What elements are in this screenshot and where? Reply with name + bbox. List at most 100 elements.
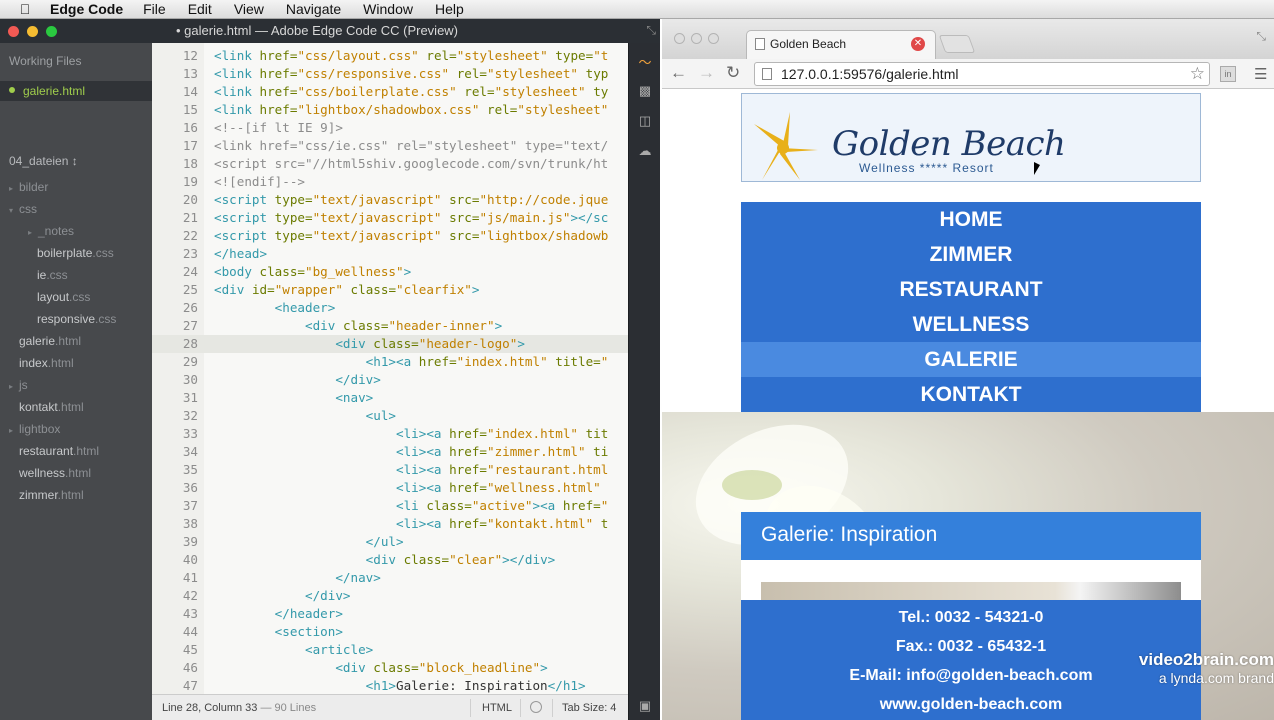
new-tab-button[interactable]: [938, 35, 976, 53]
menu-file[interactable]: File: [143, 1, 166, 17]
menu-window[interactable]: Window: [363, 1, 413, 17]
code-line[interactable]: 30 </div>: [152, 371, 628, 389]
code-line[interactable]: 39 </ul>: [152, 533, 628, 551]
code-line[interactable]: 33 <li><a href="index.html" tit: [152, 425, 628, 443]
code-line[interactable]: 32 <ul>: [152, 407, 628, 425]
inspect-icon[interactable]: ◫: [637, 113, 653, 129]
code-line[interactable]: 12 <link href="css/layout.css" rel="style…: [152, 47, 628, 65]
browser-minimize-button[interactable]: [691, 33, 702, 44]
tree-item[interactable]: zimmer.html: [19, 488, 84, 502]
nav-home[interactable]: HOME: [741, 202, 1201, 237]
code-line[interactable]: 18 <script src="//html5shiv.googlecode.co…: [152, 155, 628, 173]
menu-view[interactable]: View: [234, 1, 264, 17]
reload-icon[interactable]: ↻: [726, 63, 740, 83]
code-line[interactable]: 14 <link href="css/boilerplate.css" rel="…: [152, 83, 628, 101]
tree-item[interactable]: responsive.css: [37, 312, 116, 326]
close-window-button[interactable]: [8, 25, 19, 37]
tree-item[interactable]: boilerplate.css: [37, 246, 114, 260]
tree-item[interactable]: galerie.html: [19, 334, 81, 348]
menu-navigate[interactable]: Navigate: [286, 1, 341, 17]
code-line[interactable]: 16 <!--[if lt IE 9]>: [152, 119, 628, 137]
extension-icon[interactable]: ▩: [637, 83, 653, 99]
code-line[interactable]: 28 <div class="header-logo">: [152, 335, 628, 353]
line-number: 38: [182, 516, 198, 531]
code-line[interactable]: 19 <![endif]-->: [152, 173, 628, 191]
tab-size-setting[interactable]: Tab Size: 4: [562, 702, 616, 714]
tree-item[interactable]: ie.css: [37, 268, 68, 282]
code-line[interactable]: 17 <link href="css/ie.css" rel="styleshee…: [152, 137, 628, 155]
code-line[interactable]: 27 <div class="header-inner">: [152, 317, 628, 335]
app-menu[interactable]: Edge Code: [50, 1, 123, 17]
code-line[interactable]: 21 <script type="text/javascript" src="js…: [152, 209, 628, 227]
code-line[interactable]: 23 </head>: [152, 245, 628, 263]
code-line[interactable]: 43 </header>: [152, 605, 628, 623]
code-line[interactable]: 15 <link href="lightbox/shadowbox.css" re…: [152, 101, 628, 119]
menu-help[interactable]: Help: [435, 1, 464, 17]
fullscreen-icon[interactable]: ⤡: [646, 23, 656, 38]
code-line[interactable]: 37 <li class="active"><a href=": [152, 497, 628, 515]
code-line[interactable]: 13 <link href="css/responsive.css" rel="s…: [152, 65, 628, 83]
code-line[interactable]: 29 <h1><a href="index.html" title=": [152, 353, 628, 371]
code-line[interactable]: 40 <div class="clear"></div>: [152, 551, 628, 569]
apple-icon[interactable]: : [0, 1, 50, 17]
code-line[interactable]: 25 <div id="wrapper" class="clearfix">: [152, 281, 628, 299]
tree-item[interactable]: ▸ _notes: [28, 224, 74, 238]
browser-fullscreen-icon[interactable]: ⤡: [1256, 29, 1266, 44]
tree-item[interactable]: ▸ js: [9, 378, 28, 392]
cloud-icon[interactable]: ☁: [637, 143, 653, 159]
zoom-window-button[interactable]: [46, 25, 57, 37]
live-preview-icon[interactable]: 〜: [637, 55, 653, 71]
code-line[interactable]: 47 <h1>Galerie: Inspiration</h1>: [152, 677, 628, 694]
code-line[interactable]: 24 <body class="bg_wellness">: [152, 263, 628, 281]
browser-zoom-button[interactable]: [708, 33, 719, 44]
back-icon[interactable]: ←: [670, 63, 687, 83]
contact-email[interactable]: E-Mail: info@golden-beach.com: [741, 667, 1201, 685]
nav-kontakt[interactable]: KONTAKT: [741, 377, 1201, 412]
bookmark-star-icon[interactable]: ☆: [1190, 64, 1205, 84]
tree-item[interactable]: restaurant.html: [19, 444, 99, 458]
tree-item[interactable]: index.html: [19, 356, 74, 370]
code-line[interactable]: 46 <div class="block_headline">: [152, 659, 628, 677]
tree-item[interactable]: ▾ css: [9, 202, 37, 216]
tree-item[interactable]: ▸ bilder: [9, 180, 48, 194]
gallery-image[interactable]: [761, 582, 1181, 602]
browser-close-button[interactable]: [674, 33, 685, 44]
code-line[interactable]: 34 <li><a href="zimmer.html" ti: [152, 443, 628, 461]
code-line[interactable]: 20 <script type="text/javascript" src="ht…: [152, 191, 628, 209]
code-line[interactable]: 38 <li><a href="kontakt.html" t: [152, 515, 628, 533]
code-line[interactable]: 35 <li><a href="restaurant.html: [152, 461, 628, 479]
language-select[interactable]: HTML: [482, 702, 512, 714]
code-line[interactable]: 41 </nav>: [152, 569, 628, 587]
code-line[interactable]: 45 <article>: [152, 641, 628, 659]
nav-restaurant[interactable]: RESTAURANT: [741, 272, 1201, 307]
menu-edit[interactable]: Edit: [188, 1, 212, 17]
tree-item[interactable]: wellness.html: [19, 466, 91, 480]
tree-item[interactable]: kontakt.html: [19, 400, 84, 414]
contact-website[interactable]: www.golden-beach.com: [741, 696, 1201, 714]
code-line[interactable]: 22 <script type="text/javascript" src="li…: [152, 227, 628, 245]
code-line[interactable]: 42 </div>: [152, 587, 628, 605]
code-line[interactable]: 26 <header>: [152, 299, 628, 317]
tab-close-icon[interactable]: ✕: [911, 37, 925, 51]
tree-item[interactable]: layout.css: [37, 290, 90, 304]
extension-icon[interactable]: in: [1220, 66, 1236, 82]
nav-galerie[interactable]: GALERIE: [741, 342, 1201, 377]
forward-icon[interactable]: →: [698, 63, 715, 83]
code-editor[interactable]: 12 <link href="css/layout.css" rel="style…: [152, 43, 628, 694]
address-bar[interactable]: 127.0.0.1:59576/galerie.html ☆: [754, 62, 1210, 86]
tree-item[interactable]: ▸ lightbox: [9, 422, 60, 436]
working-file-item[interactable]: galerie.html: [0, 81, 160, 101]
code-line[interactable]: 36 <li><a href="wellness.html": [152, 479, 628, 497]
comment-icon[interactable]: ▣: [637, 698, 653, 714]
nav-zimmer[interactable]: ZIMMER: [741, 237, 1201, 272]
code-line[interactable]: 44 <section>: [152, 623, 628, 641]
minimize-window-button[interactable]: [27, 25, 38, 37]
code-line[interactable]: 31 <nav>: [152, 389, 628, 407]
lint-status-icon[interactable]: [530, 701, 542, 713]
nav-wellness[interactable]: WELLNESS: [741, 307, 1201, 342]
project-dropdown[interactable]: 04_dateien ↕: [9, 154, 78, 168]
code-text: <li class="active"><a href=": [395, 498, 609, 513]
browser-tab[interactable]: Golden Beach ✕: [746, 30, 936, 59]
hamburger-menu-icon[interactable]: ☰: [1254, 65, 1267, 83]
site-logo[interactable]: Golden Beach Wellness ***** Resort: [741, 93, 1201, 182]
